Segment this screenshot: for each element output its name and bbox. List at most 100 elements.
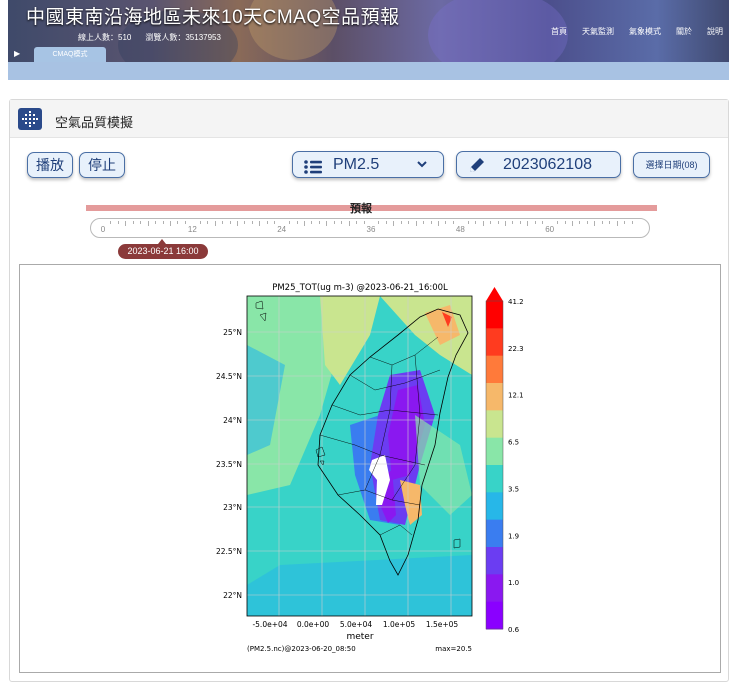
timeline-tick bbox=[572, 221, 573, 226]
x-tick-label: 5.0e+04 bbox=[340, 620, 373, 629]
colorbar-segment bbox=[486, 492, 503, 521]
visit-count: 瀏覽人數：35137953 bbox=[145, 33, 221, 42]
forecast-label: 預報 bbox=[350, 203, 372, 215]
species-select[interactable]: PM2.5 bbox=[292, 151, 444, 178]
timeline-tick bbox=[497, 221, 499, 224]
timeline-tick bbox=[222, 221, 224, 224]
lat-label: 24°N bbox=[223, 416, 242, 425]
colorbar-label: 3.5 bbox=[508, 485, 519, 493]
colorbar-segment bbox=[486, 301, 503, 329]
timeline-tick bbox=[214, 221, 216, 226]
timeline-tick bbox=[430, 221, 432, 224]
app-grid-icon bbox=[18, 108, 42, 130]
nav-home[interactable]: 首頁 bbox=[551, 26, 567, 37]
online-count: 線上人數：510 bbox=[78, 33, 132, 42]
timeline-tick bbox=[594, 221, 596, 226]
timeline-tick bbox=[393, 221, 395, 226]
timeline-tick bbox=[177, 221, 179, 224]
timeline-tick bbox=[244, 221, 246, 224]
chevron-down-icon bbox=[417, 152, 427, 176]
timeline-tick bbox=[318, 221, 320, 224]
timeline-tick bbox=[274, 221, 276, 224]
timeline-tick bbox=[266, 221, 268, 224]
play-button[interactable]: 播放 bbox=[27, 152, 73, 178]
timeline-tick-label: 0 bbox=[100, 225, 106, 234]
timeline-tick bbox=[333, 221, 335, 224]
timeline-tick bbox=[534, 221, 536, 224]
colorbar-label: 22.3 bbox=[508, 345, 524, 353]
timeline-tick bbox=[311, 221, 313, 224]
timeline-tick bbox=[237, 221, 238, 226]
site-title: 中國東南沿海地區未來10天CMAQ空品預報 bbox=[26, 7, 400, 28]
timeline-tick bbox=[363, 221, 365, 224]
tab-cmaq[interactable]: CMAQ模式 bbox=[34, 47, 106, 62]
timeline-tick bbox=[490, 221, 492, 224]
timeline-tick bbox=[207, 221, 209, 224]
latitude-labels: 25°N 24.5°N 24°N 23.5°N 23°N 22.5°N 22°N bbox=[216, 328, 242, 600]
figure-footer-source: (PM2.5.nc)@2023-06-20_08:50 bbox=[247, 645, 356, 653]
figure-footer-max: max=20.5 bbox=[435, 645, 472, 653]
list-icon bbox=[304, 158, 322, 182]
timeline-tick bbox=[601, 221, 603, 224]
timeline-tick bbox=[162, 221, 164, 224]
colorbar-segment bbox=[486, 601, 503, 630]
timeline-tick bbox=[251, 221, 253, 224]
timeline-tick-label: 48 bbox=[455, 225, 465, 234]
air-quality-panel: 空氣品質模擬 播放 停止 PM2.5 2023062108 選擇日期(08) 預… bbox=[9, 99, 729, 682]
timeline-tick bbox=[155, 221, 157, 224]
timeline-tick bbox=[304, 221, 305, 226]
timeline-tick bbox=[117, 221, 119, 224]
timeline-tick bbox=[326, 221, 328, 226]
x-tick-label: 1.5e+05 bbox=[426, 620, 459, 629]
timeline-tick bbox=[557, 221, 559, 224]
x-axis-label: meter bbox=[346, 632, 373, 642]
menu-toggle-icon[interactable]: ▶ bbox=[14, 49, 20, 58]
nav-weather-monitor[interactable]: 天氣監測 bbox=[582, 26, 614, 37]
panel-header: 空氣品質模擬 bbox=[10, 100, 728, 138]
timeline-tick bbox=[348, 221, 350, 226]
nav-about[interactable]: 關於 bbox=[676, 26, 692, 37]
timeline-tick bbox=[110, 221, 112, 224]
timeline-tick-label: 12 bbox=[187, 225, 197, 234]
pencil-icon bbox=[468, 156, 486, 182]
site-header: 中國東南沿海地區未來10天CMAQ空品預報 線上人數：510 瀏覽人數：3513… bbox=[8, 0, 729, 62]
x-tick-label: -5.0e+04 bbox=[252, 620, 287, 629]
map-figure: PM25_TOT(ug m-3) @2023-06-21_16:00L 25°N… bbox=[19, 264, 721, 673]
timeline-tick bbox=[423, 221, 425, 224]
timeline-tick bbox=[140, 221, 142, 224]
stop-button[interactable]: 停止 bbox=[79, 152, 125, 178]
timeline-tick bbox=[445, 221, 447, 224]
timeline-tick bbox=[229, 221, 231, 224]
lat-label: 23.5°N bbox=[216, 460, 242, 469]
colorbar-segment bbox=[486, 519, 503, 548]
colorbar-segment bbox=[486, 547, 503, 575]
nav-weather-model[interactable]: 氣象模式 bbox=[629, 26, 661, 37]
timeline-tick bbox=[289, 221, 291, 224]
timeline-tick bbox=[542, 221, 544, 224]
timeline-tick bbox=[132, 221, 134, 224]
concentration-field bbox=[247, 296, 472, 616]
timeline-slider[interactable]: 0 12 24 36 48 60 bbox=[90, 218, 650, 238]
lat-label: 23°N bbox=[223, 503, 242, 512]
species-value: PM2.5 bbox=[333, 156, 380, 173]
lat-label: 22°N bbox=[223, 591, 242, 600]
lat-label: 25°N bbox=[223, 328, 242, 337]
timeline-tick bbox=[624, 221, 626, 224]
date-field[interactable]: 2023062108 bbox=[456, 151, 621, 178]
colorbar-label: 6.5 bbox=[508, 439, 519, 447]
timeline-tick bbox=[415, 221, 417, 226]
timeline-tick bbox=[527, 221, 529, 226]
nav-help[interactable]: 說明 bbox=[707, 26, 723, 37]
select-date-button[interactable]: 選擇日期(08) bbox=[633, 152, 710, 178]
colorbar-segment bbox=[486, 465, 503, 493]
timeline-tick bbox=[467, 221, 469, 224]
timeline-tick bbox=[452, 221, 454, 224]
colorbar-segment bbox=[486, 355, 503, 384]
colorbar-label: 1.9 bbox=[508, 532, 519, 540]
timeline-tick bbox=[505, 221, 506, 226]
timeline-tick-label: 36 bbox=[366, 225, 376, 234]
colorbar-label: 41.2 bbox=[508, 298, 524, 306]
current-time-badge: 2023-06-21 16:00 bbox=[118, 239, 208, 259]
timeline-tick bbox=[184, 221, 186, 224]
timeline-tick bbox=[170, 221, 171, 226]
